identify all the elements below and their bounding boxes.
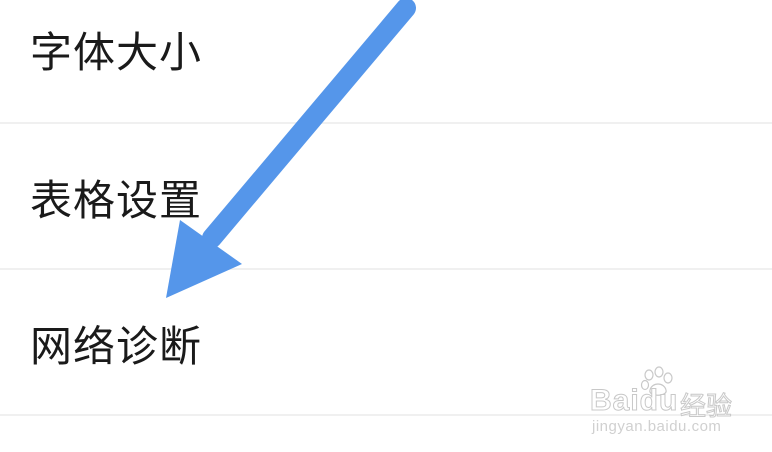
settings-item-table-settings[interactable]: 表格设置 (0, 124, 772, 270)
settings-item-network-diagnosis[interactable]: 网络诊断 (0, 270, 772, 416)
settings-list: 字体大小 表格设置 网络诊断 (0, 0, 772, 452)
settings-item-label: 字体大小 (30, 28, 203, 77)
settings-item-label: 网络诊断 (30, 322, 203, 371)
settings-item-label: 表格设置 (30, 176, 203, 225)
settings-item-font-size[interactable]: 字体大小 (0, 0, 772, 124)
